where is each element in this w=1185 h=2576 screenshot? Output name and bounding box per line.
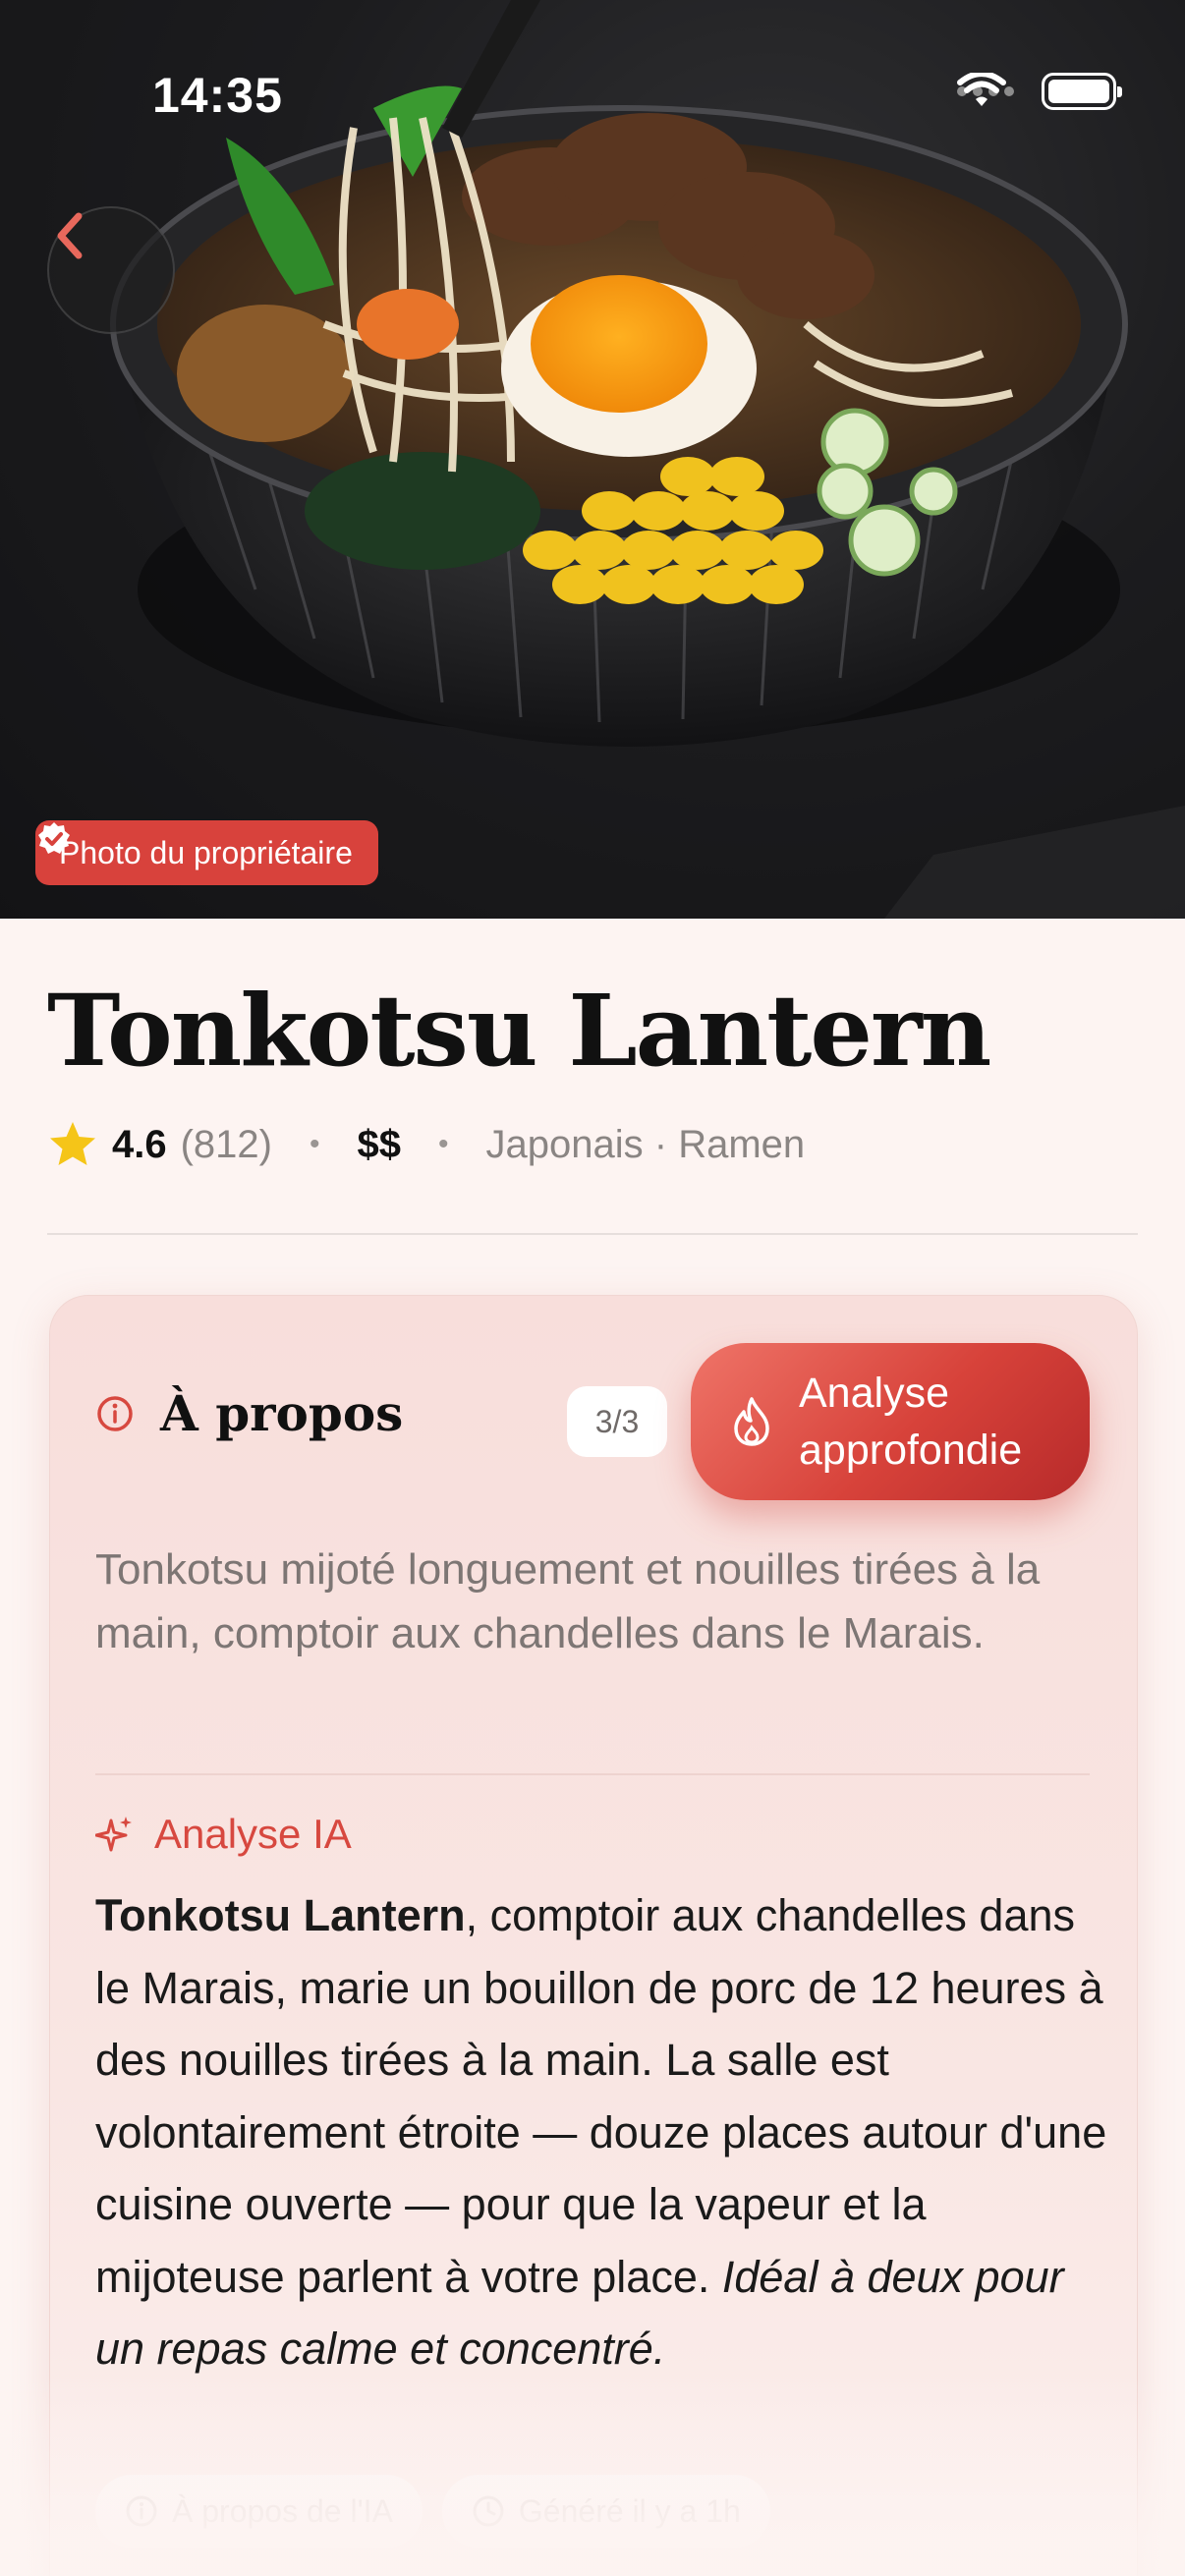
ai-meta-chips: À propos de l'IA Généré il y a 1h [95,2475,770,2548]
cuisine-category: Japonais · Ramen [485,1122,806,1166]
restaurant-meta: 4.6 (812) • $$ • Japonais · Ramen [47,1120,805,1169]
restaurant-name: Tonkotsu Lantern [47,973,991,1089]
verified-badge-icon [38,822,70,854]
generated-time-chip: Généré il y a 1h [441,2475,770,2548]
deep-analysis-line2: approfondie [799,1427,1023,1474]
status-icons [957,73,1122,110]
about-card-header: À propos [95,1384,403,1442]
status-time: 14:35 [152,68,283,123]
star-icon [50,1122,95,1165]
meta-separator: • [438,1128,449,1160]
info-icon [97,1395,133,1431]
header-divider [47,1233,1138,1235]
about-title: À propos [160,1384,404,1442]
ai-analysis-label: Analyse IA [154,1811,352,1857]
generated-time-label: Généré il y a 1h [518,2492,741,2529]
about-ai-chip-label: À propos de l'IA [172,2492,393,2529]
ai-analysis-text: Tonkotsu Lantern, comptoir aux chandelle… [95,1879,1107,2385]
info-icon [126,2495,157,2527]
battery-icon [1042,73,1122,110]
hero-photo: 14:35 Photo du propriétaire [0,0,1185,919]
deep-analysis-button[interactable]: Analyse approfondie [691,1343,1090,1500]
owner-photo-badge: Photo du propriétaire [35,820,378,885]
clock-icon [473,2495,504,2527]
about-card: À propos 3/3 Analyse approfondie Tonkots… [49,1295,1138,2576]
wifi-icon [957,73,1006,106]
rating-value: 4.6 [112,1122,167,1166]
review-count[interactable]: (812) [181,1123,272,1167]
flame-icon [734,1397,769,1446]
meta-separator: • [310,1128,320,1160]
deep-analysis-line1: Analyse [799,1370,949,1417]
back-button[interactable] [47,206,175,334]
card-divider [95,1773,1090,1775]
ai-text-body: , comptoir aux chandelles dans le Marais… [95,1890,1107,2302]
about-ai-chip[interactable]: À propos de l'IA [95,2475,423,2548]
ramen-bowl-image [0,0,1185,919]
chevron-left-icon [57,212,83,259]
about-summary: Tonkotsu mijoté longuement et nouilles t… [95,1545,1041,1657]
owner-photo-label: Photo du propriétaire [59,834,353,870]
sparkle-icon [95,1817,132,1852]
page-counter: 3/3 [567,1386,667,1457]
price-level: $$ [357,1122,402,1166]
ai-analysis-header: Analyse IA [95,1811,352,1858]
ai-text-restaurant: Tonkotsu Lantern [95,1890,466,1940]
deep-analysis-label: Analyse approfondie [799,1365,1022,1479]
